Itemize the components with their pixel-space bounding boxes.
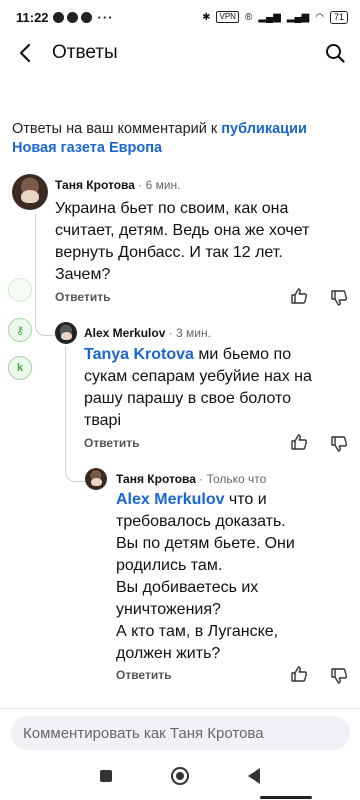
avatar[interactable]: [55, 322, 77, 344]
intro-text: Ответы на ваш комментарий к: [12, 121, 222, 137]
more-notifications-icon: ···: [97, 9, 114, 25]
comment-input-placeholder: Комментировать как Таня Кротова: [23, 724, 264, 742]
thread-line: [35, 214, 55, 336]
like-icon[interactable]: [290, 433, 308, 451]
comment-text: Украина бьет по своим, как она считает, …: [55, 200, 310, 283]
comment-time: · Только что: [199, 472, 267, 486]
dislike-icon[interactable]: [330, 289, 348, 307]
avatar[interactable]: [12, 174, 48, 210]
mention-link[interactable]: Alex Merkulov: [116, 491, 224, 508]
comment-time: · 6 мин.: [138, 178, 181, 192]
back-arrow-icon[interactable]: [12, 40, 38, 66]
system-nav-bar: [0, 752, 360, 800]
like-icon[interactable]: [290, 665, 308, 683]
comment-author[interactable]: Таня Кротова · 6 мин.: [55, 178, 181, 192]
like-icon[interactable]: [290, 287, 308, 305]
replies-intro: Ответы на ваш комментарий к публикации Н…: [12, 120, 352, 158]
signal-2-icon: ▂▄▆: [286, 11, 310, 23]
battery-icon: 71: [329, 10, 348, 24]
reply-button[interactable]: Ответить: [116, 668, 171, 682]
app-bar: Ответы: [0, 34, 360, 72]
search-icon[interactable]: [322, 40, 348, 66]
key-icon: ⚷: [8, 318, 32, 342]
page-title: Ответы: [52, 42, 118, 63]
reply-button[interactable]: Ответить: [55, 290, 110, 304]
dislike-icon[interactable]: [330, 667, 348, 685]
page-link[interactable]: Новая газета Европа: [12, 140, 162, 156]
system-status-icons: ✱ VPN ® ▂▄▆ ▂▄▆ ◠ 71: [202, 10, 348, 24]
gesture-bar: [260, 796, 312, 799]
comment-text: Alex Merkulov что и требовалось доказать…: [116, 491, 295, 662]
vpn-icon: VPN: [216, 11, 239, 23]
comment-author[interactable]: Alex Merkulov · 3 мин.: [84, 326, 211, 340]
comment-author[interactable]: Таня Кротова · Только что: [116, 472, 266, 486]
recents-icon[interactable]: [99, 770, 112, 782]
divider: [0, 708, 360, 709]
comment-text: Tanya Krotova ми бьемо по сукам сепарам …: [84, 346, 312, 429]
signal-icon: ▂▄▆: [258, 11, 281, 23]
avatar[interactable]: [85, 468, 107, 490]
wifi-icon: ◠: [315, 11, 324, 23]
comment-time: · 3 мин.: [168, 326, 211, 340]
publication-link[interactable]: публикации: [221, 121, 307, 137]
bluetooth-icon: ✱: [202, 11, 211, 23]
home-icon[interactable]: [170, 767, 189, 785]
status-bar: 11:22 ··· ✱ VPN ® ▂▄▆ ▂▄▆ ◠ 71: [0, 0, 360, 34]
mention-link[interactable]: Tanya Krotova: [84, 346, 194, 363]
reply-button[interactable]: Ответить: [84, 436, 139, 450]
status-time: 11:22: [16, 9, 49, 25]
bubble-icon: [8, 278, 32, 302]
thread-line: [65, 346, 85, 482]
back-triangle-icon[interactable]: [248, 768, 261, 784]
notification-icons: [52, 11, 92, 23]
dislike-icon[interactable]: [330, 435, 348, 453]
k-letter-icon: k: [8, 356, 32, 380]
comment-input[interactable]: Комментировать как Таня Кротова: [11, 716, 350, 750]
registered-icon: ®: [244, 11, 253, 23]
